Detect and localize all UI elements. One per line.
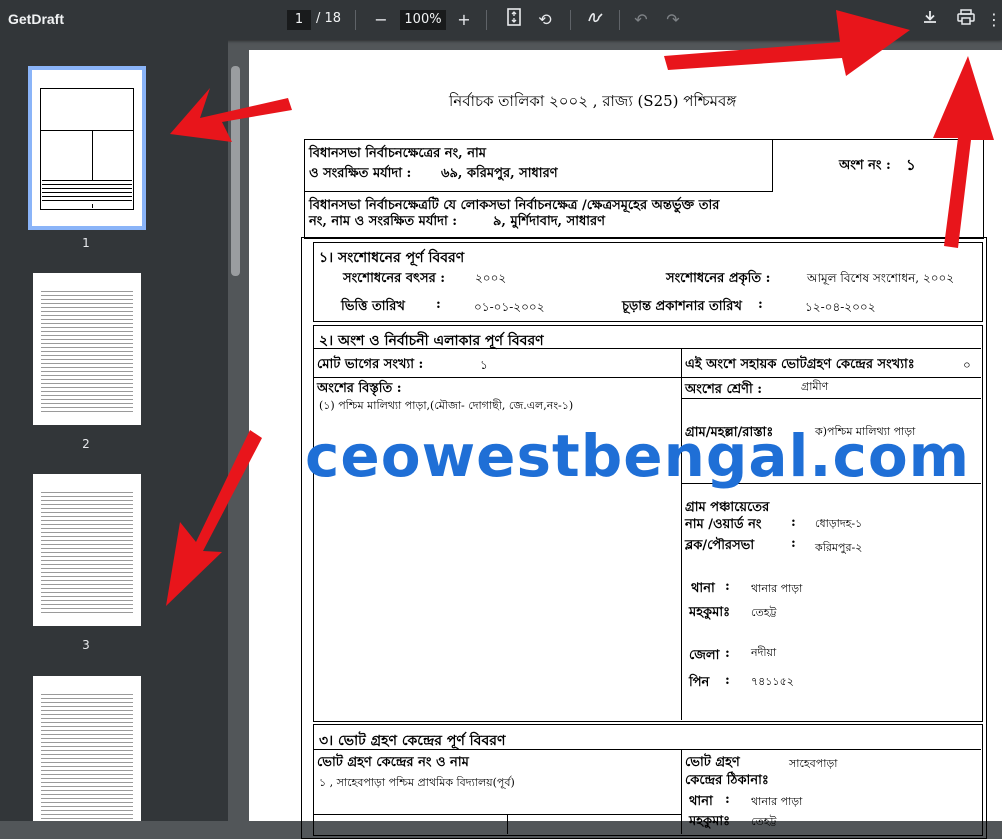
page-number-input[interactable]: 1 bbox=[287, 10, 311, 30]
station-police-colon: : bbox=[725, 792, 730, 807]
zoom-in-icon[interactable]: + bbox=[452, 8, 476, 32]
pin-colon: : bbox=[725, 673, 730, 688]
section3-lower-rule bbox=[313, 814, 681, 815]
undo-icon[interactable]: ↶ bbox=[629, 8, 653, 32]
polling-station-label: ভোট গ্রহণ কেন্দ্রের নং ও নাম bbox=[317, 755, 469, 770]
total-sections-label: মোট ভাগের সংখ্যা : bbox=[317, 357, 424, 372]
revision-year-value: ২০০২ bbox=[475, 271, 507, 285]
section1-heading: ১। সংশোধনের পূর্ণ বিবরণ bbox=[319, 250, 465, 266]
revision-nature-label: সংশোধনের প্রকৃতি : bbox=[666, 271, 771, 286]
section3-rule bbox=[313, 749, 981, 750]
pin-value: ৭৪১১৫২ bbox=[751, 675, 794, 688]
pdf-toolbar: GetDraft 1 / 18 − 100% + ⟲ ↶ ↷ ⋮ bbox=[0, 0, 1002, 40]
more-options-icon[interactable]: ⋮ bbox=[986, 8, 1002, 32]
part-extent-value: (১) পশ্চিম মালিথ্যা পাড়া,(মৌজা- দোগাছী,… bbox=[319, 399, 574, 412]
station-subdivision-value: তেহট্ট bbox=[751, 815, 777, 828]
thumbnail-number: 3 bbox=[82, 638, 90, 652]
section3-divider bbox=[681, 749, 682, 834]
police-station-label: থানা bbox=[691, 581, 715, 596]
publication-date-label: চূড়ান্ত প্রকাশনার তারিখ bbox=[622, 299, 742, 314]
toolbar-divider bbox=[619, 10, 620, 30]
toolbar-divider bbox=[486, 10, 487, 30]
ward-value: ধোড়াদহ-১ bbox=[815, 517, 863, 530]
thumbnail-page-3[interactable] bbox=[33, 474, 141, 626]
pin-label: পিন bbox=[689, 675, 710, 690]
section2-box bbox=[313, 325, 983, 722]
ac-label: বিধানসভা নির্বাচনক্ষেত্রের নং, নাম bbox=[309, 146, 486, 161]
fit-page-icon[interactable] bbox=[502, 8, 526, 32]
police-station-value: থানার পাড়া bbox=[751, 582, 803, 595]
part-category-value: গ্রামীণ bbox=[801, 380, 829, 393]
thumbnail-page-2[interactable] bbox=[33, 273, 141, 425]
annotate-icon[interactable] bbox=[584, 8, 608, 32]
district-label: জেলা bbox=[689, 648, 720, 663]
polling-station-value: ১ , সাহেবপাড়া পশ্চিম প্রাথমিক বিদ্যালয়… bbox=[319, 776, 515, 789]
publication-date-colon: : bbox=[758, 297, 763, 312]
station-address-label2: কেন্দ্রের ঠিকানাঃ bbox=[685, 773, 769, 788]
ward-label: নাম /ওয়ার্ড নং bbox=[685, 517, 762, 532]
thumbnail-number: 2 bbox=[82, 437, 90, 451]
toolbar-divider bbox=[570, 10, 571, 30]
total-sections-value: ১ bbox=[480, 358, 488, 372]
subdivision-value: তেহট্ট bbox=[751, 606, 777, 619]
subdivision-label: মহকুমাঃ bbox=[689, 605, 731, 620]
district-colon: : bbox=[725, 646, 730, 661]
revision-year-label: সংশোধনের বৎসর : bbox=[343, 271, 446, 286]
district-value: নদীয়া bbox=[751, 646, 777, 659]
thumbnail-page-4[interactable] bbox=[33, 676, 141, 821]
zoom-out-icon[interactable]: − bbox=[369, 8, 393, 32]
ac-value: ৬৯, করিমপুর, সাধারণ bbox=[441, 166, 558, 181]
thumbnail-sidebar: 1 2 3 bbox=[0, 40, 228, 821]
download-icon[interactable] bbox=[918, 8, 942, 32]
page-total: / 18 bbox=[316, 11, 342, 26]
auxiliary-stations-label: এই অংশে সহায়ক ভোটগ্রহণ কেন্দ্রের সংখ্যা… bbox=[685, 357, 915, 372]
station-police-label: থানা bbox=[689, 794, 713, 809]
revision-nature-value: আমূল বিশেষ সংশোধন, ২০০২ bbox=[807, 271, 955, 285]
auxiliary-stations-value: ০ bbox=[963, 358, 971, 372]
police-station-colon: : bbox=[725, 579, 730, 594]
section2-divider bbox=[681, 348, 682, 720]
document-title: GetDraft bbox=[8, 11, 65, 27]
print-icon[interactable] bbox=[954, 8, 978, 32]
ac-reserved-label: ও সংরক্ষিত মর্যাদা : bbox=[309, 166, 412, 181]
thumbnail-page-1[interactable] bbox=[28, 66, 146, 230]
category-rule bbox=[681, 398, 981, 399]
station-address-value: সাহেবপাড়া bbox=[789, 757, 838, 770]
thumbnail-number: 1 bbox=[82, 236, 90, 250]
station-police-value: থানার পাড়া bbox=[751, 795, 803, 808]
base-date-value: ০১-০১-২০০২ bbox=[474, 300, 545, 314]
watermark-text: ceowestbengal.com bbox=[305, 422, 971, 490]
rotate-icon[interactable]: ⟲ bbox=[533, 8, 557, 32]
base-date-label: ভিত্তি তারিখ bbox=[341, 299, 405, 314]
section3-lower-divider bbox=[507, 814, 508, 834]
ward-colon: : bbox=[791, 515, 796, 530]
zoom-level-input[interactable]: 100% bbox=[400, 10, 446, 30]
base-date-colon: : bbox=[436, 297, 441, 312]
page-heading: নির্বাচক তালিকা ২০০২ , রাজ্য (S25) পশ্চি… bbox=[449, 92, 737, 110]
part-label: অংশ নং : bbox=[839, 158, 891, 173]
pdf-page: নির্বাচক তালিকা ২০০২ , রাজ্য (S25) পশ্চি… bbox=[249, 50, 1002, 839]
toolbar-divider bbox=[355, 10, 356, 30]
block-colon: : bbox=[791, 536, 796, 551]
pc-value: ৯, মুর্শিদাবাদ, সাধারণ bbox=[493, 214, 606, 229]
block-value: করিমপুর-২ bbox=[815, 541, 863, 554]
pc-label-line2: নং, নাম ও সংরক্ষিত মর্যাদা : bbox=[309, 214, 458, 229]
station-subdivision-label: মহকুমাঃ bbox=[689, 814, 731, 829]
sidebar-scrollbar[interactable] bbox=[231, 66, 240, 276]
part-value: ১ bbox=[906, 156, 916, 174]
redo-icon[interactable]: ↷ bbox=[661, 8, 685, 32]
publication-date-value: ১২-০৪-২০০২ bbox=[805, 300, 876, 314]
block-label: ব্লক/পৌরসভা bbox=[685, 538, 755, 553]
